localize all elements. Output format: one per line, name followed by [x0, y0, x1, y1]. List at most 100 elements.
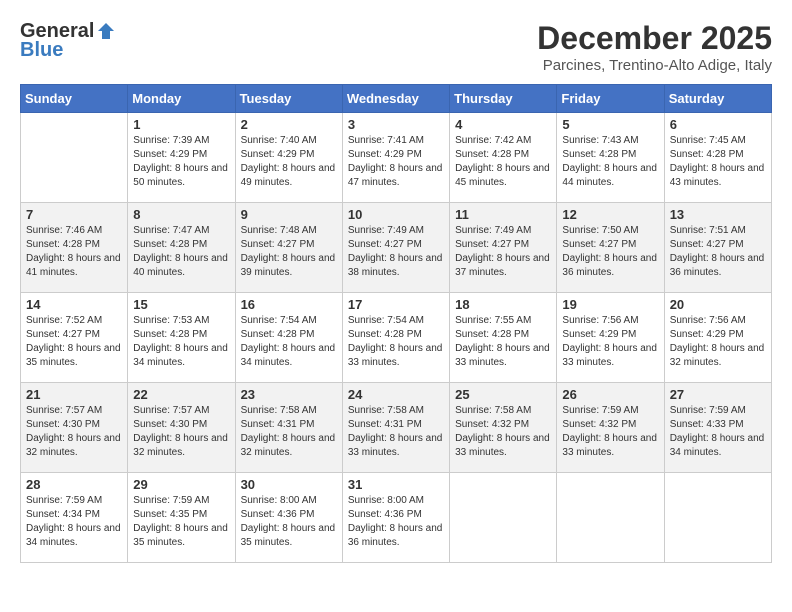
day-number: 13: [670, 207, 766, 222]
sunrise-text: Sunrise: 7:56 AM: [562, 314, 658, 328]
location-title: Parcines, Trentino-Alto Adige, Italy: [537, 57, 772, 74]
day-number: 10: [348, 207, 444, 222]
day-info: Sunrise: 7:56 AMSunset: 4:29 PMDaylight:…: [562, 314, 658, 370]
day-info: Sunrise: 7:55 AMSunset: 4:28 PMDaylight:…: [455, 314, 551, 370]
calendar-week-4: 21Sunrise: 7:57 AMSunset: 4:30 PMDayligh…: [21, 383, 772, 473]
day-number: 16: [241, 297, 337, 312]
day-info: Sunrise: 7:41 AMSunset: 4:29 PMDaylight:…: [348, 134, 444, 190]
daylight-text: Daylight: 8 hours and 32 minutes.: [133, 432, 229, 460]
sunset-text: Sunset: 4:29 PM: [562, 328, 658, 342]
sunrise-text: Sunrise: 7:42 AM: [455, 134, 551, 148]
sunset-text: Sunset: 4:36 PM: [348, 508, 444, 522]
sunrise-text: Sunrise: 7:45 AM: [670, 134, 766, 148]
day-number: 5: [562, 117, 658, 132]
daylight-text: Daylight: 8 hours and 33 minutes.: [455, 432, 551, 460]
calendar-cell: 30 Sunrise: 8:00 AMSunset: 4:36 PMDayligh…: [235, 473, 342, 563]
month-title: December 2025: [537, 20, 772, 57]
calendar-cell: 28Sunrise: 7:59 AMSunset: 4:34 PMDayligh…: [21, 473, 128, 563]
sunset-text: Sunset: 4:31 PM: [348, 418, 444, 432]
day-info: Sunrise: 7:54 AMSunset: 4:28 PMDaylight:…: [241, 314, 337, 370]
calendar-cell: [21, 113, 128, 203]
daylight-text: Daylight: 8 hours and 45 minutes.: [455, 162, 551, 190]
sunset-text: Sunset: 4:30 PM: [26, 418, 122, 432]
day-info: Sunrise: 7:57 AMSunset: 4:30 PMDaylight:…: [26, 404, 122, 460]
weekday-header-saturday: Saturday: [664, 85, 771, 113]
day-info: Sunrise: 7:58 AMSunset: 4:31 PMDaylight:…: [241, 404, 337, 460]
sunrise-text: Sunrise: 8:00 AM: [348, 494, 444, 508]
sunset-text: Sunset: 4:29 PM: [348, 148, 444, 162]
calendar-cell: [450, 473, 557, 563]
day-number: 29: [133, 477, 229, 492]
day-info: Sunrise: 8:00 AMSunset: 4:36 PMDaylight:…: [241, 494, 337, 550]
day-number: 4: [455, 117, 551, 132]
sunrise-text: Sunrise: 7:59 AM: [562, 404, 658, 418]
logo-blue-text: Blue: [20, 39, 63, 62]
daylight-text: Daylight: 8 hours and 36 minutes.: [670, 252, 766, 280]
calendar-cell: 3 Sunrise: 7:41 AMSunset: 4:29 PMDaylight…: [342, 113, 449, 203]
daylight-text: Daylight: 8 hours and 33 minutes.: [348, 342, 444, 370]
day-number: 6: [670, 117, 766, 132]
calendar-cell: 6Sunrise: 7:45 AMSunset: 4:28 PMDaylight…: [664, 113, 771, 203]
sunrise-text: Sunrise: 7:54 AM: [241, 314, 337, 328]
calendar-cell: 4 Sunrise: 7:42 AMSunset: 4:28 PMDaylight…: [450, 113, 557, 203]
weekday-header-monday: Monday: [128, 85, 235, 113]
sunrise-text: Sunrise: 7:58 AM: [455, 404, 551, 418]
day-info: Sunrise: 7:39 AMSunset: 4:29 PMDaylight:…: [133, 134, 229, 190]
day-info: Sunrise: 8:00 AMSunset: 4:36 PMDaylight:…: [348, 494, 444, 550]
day-number: 2: [241, 117, 337, 132]
day-number: 25: [455, 387, 551, 402]
daylight-text: Daylight: 8 hours and 35 minutes.: [26, 342, 122, 370]
sunset-text: Sunset: 4:28 PM: [133, 328, 229, 342]
daylight-text: Daylight: 8 hours and 34 minutes.: [26, 522, 122, 550]
sunset-text: Sunset: 4:32 PM: [562, 418, 658, 432]
day-number: 30: [241, 477, 337, 492]
sunset-text: Sunset: 4:28 PM: [26, 238, 122, 252]
sunset-text: Sunset: 4:30 PM: [133, 418, 229, 432]
calendar-cell: 2 Sunrise: 7:40 AMSunset: 4:29 PMDaylight…: [235, 113, 342, 203]
day-number: 14: [26, 297, 122, 312]
logo: General Blue: [20, 20, 116, 62]
day-info: Sunrise: 7:59 AMSunset: 4:35 PMDaylight:…: [133, 494, 229, 550]
calendar-cell: 24Sunrise: 7:58 AMSunset: 4:31 PMDayligh…: [342, 383, 449, 473]
calendar-cell: 25 Sunrise: 7:58 AMSunset: 4:32 PMDayligh…: [450, 383, 557, 473]
daylight-text: Daylight: 8 hours and 36 minutes.: [562, 252, 658, 280]
day-info: Sunrise: 7:59 AMSunset: 4:32 PMDaylight:…: [562, 404, 658, 460]
day-info: Sunrise: 7:42 AMSunset: 4:28 PMDaylight:…: [455, 134, 551, 190]
day-number: 3: [348, 117, 444, 132]
weekday-header-wednesday: Wednesday: [342, 85, 449, 113]
day-info: Sunrise: 7:54 AMSunset: 4:28 PMDaylight:…: [348, 314, 444, 370]
sunset-text: Sunset: 4:36 PM: [241, 508, 337, 522]
day-info: Sunrise: 7:46 AMSunset: 4:28 PMDaylight:…: [26, 224, 122, 280]
sunset-text: Sunset: 4:32 PM: [455, 418, 551, 432]
sunrise-text: Sunrise: 7:47 AM: [133, 224, 229, 238]
calendar-cell: 13 Sunrise: 7:51 AMSunset: 4:27 PMDayligh…: [664, 203, 771, 293]
weekday-header-sunday: Sunday: [21, 85, 128, 113]
daylight-text: Daylight: 8 hours and 39 minutes.: [241, 252, 337, 280]
sunrise-text: Sunrise: 7:57 AM: [133, 404, 229, 418]
day-info: Sunrise: 7:50 AMSunset: 4:27 PMDaylight:…: [562, 224, 658, 280]
day-info: Sunrise: 7:51 AMSunset: 4:27 PMDaylight:…: [670, 224, 766, 280]
sunrise-text: Sunrise: 7:53 AM: [133, 314, 229, 328]
sunrise-text: Sunrise: 7:59 AM: [26, 494, 122, 508]
sunrise-text: Sunrise: 7:58 AM: [241, 404, 337, 418]
sunrise-text: Sunrise: 8:00 AM: [241, 494, 337, 508]
daylight-text: Daylight: 8 hours and 38 minutes.: [348, 252, 444, 280]
calendar-cell: 18Sunrise: 7:55 AMSunset: 4:28 PMDayligh…: [450, 293, 557, 383]
daylight-text: Daylight: 8 hours and 32 minutes.: [670, 342, 766, 370]
sunset-text: Sunset: 4:31 PM: [241, 418, 337, 432]
calendar-cell: 9Sunrise: 7:48 AMSunset: 4:27 PMDaylight…: [235, 203, 342, 293]
sunset-text: Sunset: 4:29 PM: [670, 328, 766, 342]
day-number: 27: [670, 387, 766, 402]
sunset-text: Sunset: 4:28 PM: [241, 328, 337, 342]
calendar-cell: 16 Sunrise: 7:54 AMSunset: 4:28 PMDayligh…: [235, 293, 342, 383]
day-number: 19: [562, 297, 658, 312]
daylight-text: Daylight: 8 hours and 34 minutes.: [670, 432, 766, 460]
daylight-text: Daylight: 8 hours and 33 minutes.: [455, 342, 551, 370]
day-number: 8: [133, 207, 229, 222]
day-number: 24: [348, 387, 444, 402]
daylight-text: Daylight: 8 hours and 43 minutes.: [670, 162, 766, 190]
day-number: 20: [670, 297, 766, 312]
day-info: Sunrise: 7:43 AMSunset: 4:28 PMDaylight:…: [562, 134, 658, 190]
sunrise-text: Sunrise: 7:43 AM: [562, 134, 658, 148]
day-info: Sunrise: 7:40 AMSunset: 4:29 PMDaylight:…: [241, 134, 337, 190]
